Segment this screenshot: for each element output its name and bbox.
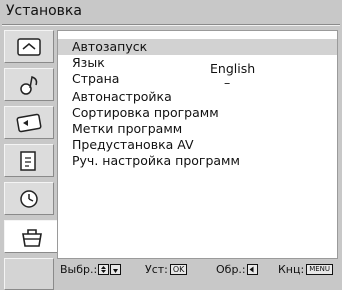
title-divider bbox=[2, 24, 340, 26]
hint-select: Выбр.: bbox=[60, 262, 122, 277]
help-bar: Выбр.: Уст: OK Обр.: Кнц: MENU bbox=[0, 262, 342, 277]
arrow-up-down-icon bbox=[98, 264, 110, 275]
sidebar-tab-picture[interactable] bbox=[4, 30, 54, 63]
menu-item-label: Язык bbox=[72, 55, 105, 70]
timer-icon bbox=[20, 189, 38, 208]
menu-item-label: Сортировка программ bbox=[72, 105, 219, 120]
arrow-left-icon bbox=[246, 264, 258, 275]
hint-select-label: Выбр.: bbox=[60, 263, 98, 276]
menu-item-label: Предустановка AV bbox=[72, 137, 194, 152]
menu-panel: Автозапуск Язык English Страна – Автонас… bbox=[57, 30, 338, 259]
menu-item-label: Страна bbox=[72, 71, 120, 86]
menu-key-icon: MENU bbox=[306, 264, 334, 275]
ok-key-icon: OK bbox=[169, 264, 188, 275]
sidebar-tab-setup[interactable] bbox=[4, 220, 59, 253]
hint-back-label: Обр.: bbox=[216, 263, 246, 276]
setup-toolbox-icon bbox=[22, 228, 42, 247]
hint-end-label: Кнц: bbox=[278, 263, 305, 276]
menu-item-av-preset[interactable]: Предустановка AV bbox=[58, 137, 337, 153]
arrow-up-down-icon bbox=[110, 264, 122, 275]
screen-icon bbox=[16, 113, 42, 132]
menu-item-label: Автозапуск bbox=[72, 39, 148, 54]
menu-item-manual-tuning[interactable]: Руч. настройка программ bbox=[58, 153, 337, 169]
sidebar-tab-screen[interactable] bbox=[4, 106, 54, 139]
sidebar-tab-timer[interactable] bbox=[4, 182, 54, 215]
menu-item-auto-start[interactable]: Автозапуск bbox=[58, 39, 337, 55]
menu-title: Установка bbox=[6, 3, 82, 19]
hint-set-label: Уст: bbox=[145, 263, 168, 276]
menu-item-language[interactable]: Язык bbox=[58, 55, 337, 71]
hint-end: Кнц: MENU bbox=[278, 262, 334, 277]
features-icon bbox=[20, 150, 36, 171]
sound-icon bbox=[20, 75, 38, 95]
menu-item-label: Руч. настройка программ bbox=[72, 153, 240, 168]
hint-back: Обр.: bbox=[216, 262, 258, 277]
menu-item-label: Метки программ bbox=[72, 121, 183, 136]
menu-item-program-labels[interactable]: Метки программ bbox=[58, 121, 337, 137]
sidebar-tab-features[interactable] bbox=[4, 144, 54, 177]
menu-item-label: Автонастройка bbox=[72, 89, 172, 104]
menu-item-auto-tuning[interactable]: Автонастройка bbox=[58, 89, 337, 105]
menu-item-program-sorting[interactable]: Сортировка программ bbox=[58, 105, 337, 121]
menu-item-country[interactable]: Страна bbox=[58, 71, 337, 87]
sidebar-tab-sound[interactable] bbox=[4, 68, 54, 101]
hint-set: Уст: OK bbox=[145, 262, 188, 277]
picture-icon bbox=[17, 37, 41, 56]
